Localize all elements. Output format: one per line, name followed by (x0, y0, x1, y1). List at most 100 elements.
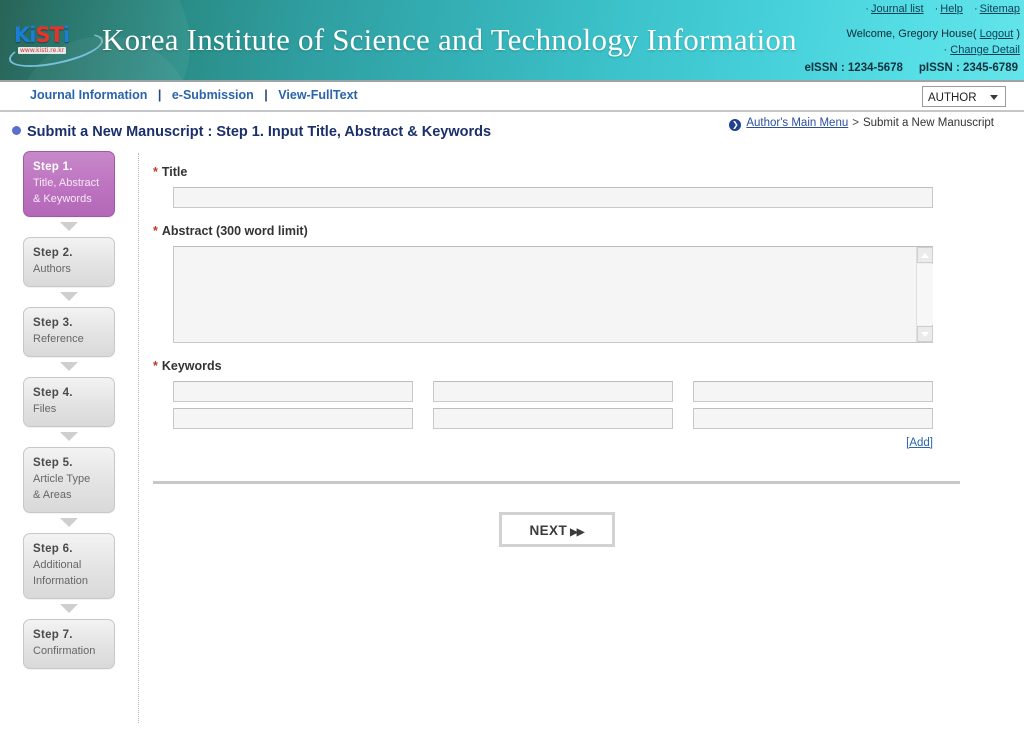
next-button[interactable]: NEXT ▶▶ (498, 512, 615, 547)
abstract-textarea[interactable] (173, 246, 933, 343)
keyword-input-5[interactable] (433, 408, 673, 429)
required-marker-icon-3: * (153, 359, 158, 373)
add-keyword-link[interactable]: [Add] (906, 437, 933, 449)
role-select[interactable]: AUTHOR (922, 86, 1006, 107)
abstract-scrollbar-track[interactable] (917, 264, 933, 325)
page-title-bullet-icon (12, 126, 21, 135)
abstract-label-text: Abstract (300 word limit) (161, 224, 308, 238)
keyword-input-1[interactable] (173, 381, 413, 402)
step-3-desc-line1: Reference (33, 333, 84, 345)
triangle-down-icon-6 (60, 604, 78, 613)
keyword-input-2[interactable] (433, 381, 673, 402)
step-7-number: Step 7. (33, 629, 73, 641)
logo-url-text: www.kisti.re.kr (18, 47, 67, 54)
nav-separator-icon: | (157, 88, 162, 102)
keyword-input-6[interactable] (693, 408, 933, 429)
step-6-desc-line1: Additional (33, 559, 82, 571)
sidebar-item-step-7[interactable]: Step 7. Confirmation (23, 619, 115, 669)
bullet-separator-icon-3: · (973, 3, 978, 15)
role-select-value: AUTHOR (928, 92, 977, 104)
scroll-down-button[interactable] (917, 326, 933, 342)
step-arrow-4 (23, 427, 115, 447)
sidebar-item-step-5[interactable]: Step 5. Article Type & Areas (23, 447, 115, 513)
breadcrumb: ❯ Author's Main Menu > Submit a New Manuscr… (729, 117, 994, 131)
logo-letter-i2: i (62, 23, 70, 47)
breadcrumb-link-authors-main-menu[interactable]: Author's Main Menu (746, 117, 848, 129)
triangle-down-icon-5 (60, 518, 78, 527)
chevron-down-icon (990, 95, 998, 100)
keywords-grid (173, 381, 933, 429)
keyword-input-3[interactable] (693, 381, 933, 402)
eissn-text: eISSN : 1234-5678 (804, 62, 903, 74)
bullet-separator-icon: · (865, 3, 869, 15)
nav-item-view-fulltext[interactable]: View-FullText (278, 88, 357, 102)
triangle-down-icon-3 (60, 362, 78, 371)
abstract-field-label: * Abstract (300 word limit) (153, 224, 953, 238)
pissn-text: pISSN : 2345-6789 (918, 62, 1018, 74)
triangle-down-icon-scroll (921, 332, 929, 337)
sidebar-item-step-1[interactable]: Step 1. Title, Abstract & Keywords (23, 151, 115, 217)
step-3-number: Step 3. (33, 317, 73, 329)
title-field-label: * Title (153, 165, 953, 179)
main-navbar: Journal Information | e-Submission | Vie… (0, 80, 1024, 112)
kisti-logo[interactable]: KiSTi www.kisti.re.kr (6, 23, 106, 74)
breadcrumb-current: Submit a New Manuscript (862, 117, 994, 129)
keywords-field-label: * Keywords (153, 359, 953, 373)
change-detail-row: · Change Detail (944, 44, 1020, 56)
keywords-row-2 (173, 408, 933, 429)
logo-letter-k: K (14, 23, 30, 47)
title-input[interactable] (173, 187, 933, 208)
link-journal-list[interactable]: Journal list (871, 3, 924, 15)
step-sidebar: Step 1. Title, Abstract & Keywords Step … (23, 151, 115, 669)
logo-wordmark: KiSTi (14, 23, 70, 47)
sidebar-item-step-3[interactable]: Step 3. Reference (23, 307, 115, 357)
step-arrow-6 (23, 599, 115, 619)
keyword-input-4[interactable] (173, 408, 413, 429)
step-5-number: Step 5. (33, 457, 73, 469)
site-title: Korea Institute of Science and Technolog… (102, 22, 797, 57)
sidebar-item-step-2[interactable]: Step 2. Authors (23, 237, 115, 287)
next-button-label: NEXT (529, 523, 568, 538)
step-1-desc-line1: Title, Abstract (33, 177, 100, 189)
column-divider (138, 153, 139, 723)
step-2-desc-line1: Authors (33, 263, 71, 275)
triangle-down-icon (60, 222, 78, 231)
logout-link[interactable]: Logout (980, 28, 1014, 40)
step-arrow-5 (23, 513, 115, 533)
sidebar-item-step-6[interactable]: Step 6. Additional Information (23, 533, 115, 599)
change-detail-link[interactable]: Change Detail (950, 44, 1020, 56)
welcome-message: Welcome, Gregory House( Logout ) (847, 28, 1020, 40)
title-input-wrap (153, 187, 953, 208)
site-header: KiSTi www.kisti.re.kr Korea Institute of… (0, 0, 1024, 80)
section-divider (153, 481, 960, 484)
link-help[interactable]: Help (940, 3, 963, 15)
issn-info: eISSN : 1234-5678 pISSN : 2345-6789 (804, 62, 1018, 74)
header-utility-links: · Journal list · Help · Sitemap (857, 3, 1020, 15)
scroll-up-button[interactable] (917, 247, 933, 263)
keywords-label-text: Keywords (161, 359, 222, 373)
title-label-text: Title (161, 165, 188, 179)
nav-item-e-submission[interactable]: e-Submission (172, 88, 254, 102)
welcome-text: Welcome, Gregory House( (846, 28, 977, 40)
triangle-down-icon-4 (60, 432, 78, 441)
required-marker-icon-2: * (153, 224, 158, 238)
nav-item-journal-information[interactable]: Journal Information (30, 88, 147, 102)
triangle-up-icon (921, 253, 929, 258)
keywords-wrap: [Add] (153, 381, 953, 449)
step-5-desc-line2: & Areas (33, 489, 72, 501)
sidebar-item-step-4[interactable]: Step 4. Files (23, 377, 115, 427)
step-2-number: Step 2. (33, 247, 73, 259)
double-chevron-right-icon: ▶▶ (570, 527, 584, 538)
form-actions: NEXT ▶▶ (153, 512, 960, 547)
abstract-scrollbar[interactable] (916, 247, 933, 342)
step-1-number: Step 1. (33, 161, 73, 173)
nav-links: Journal Information | e-Submission | Vie… (30, 88, 358, 102)
nav-separator-icon-2: | (264, 88, 268, 102)
page-body: Step 1. Title, Abstract & Keywords Step … (0, 149, 1024, 723)
link-sitemap[interactable]: Sitemap (980, 3, 1020, 15)
page-title: Submit a New Manuscript : Step 1. Input … (12, 124, 491, 140)
step-arrow-3 (23, 357, 115, 377)
bullet-separator-icon-2: · (934, 3, 939, 15)
step-5-desc-line1: Article Type (33, 473, 91, 485)
step-1-desc-line2: & Keywords (33, 193, 92, 205)
